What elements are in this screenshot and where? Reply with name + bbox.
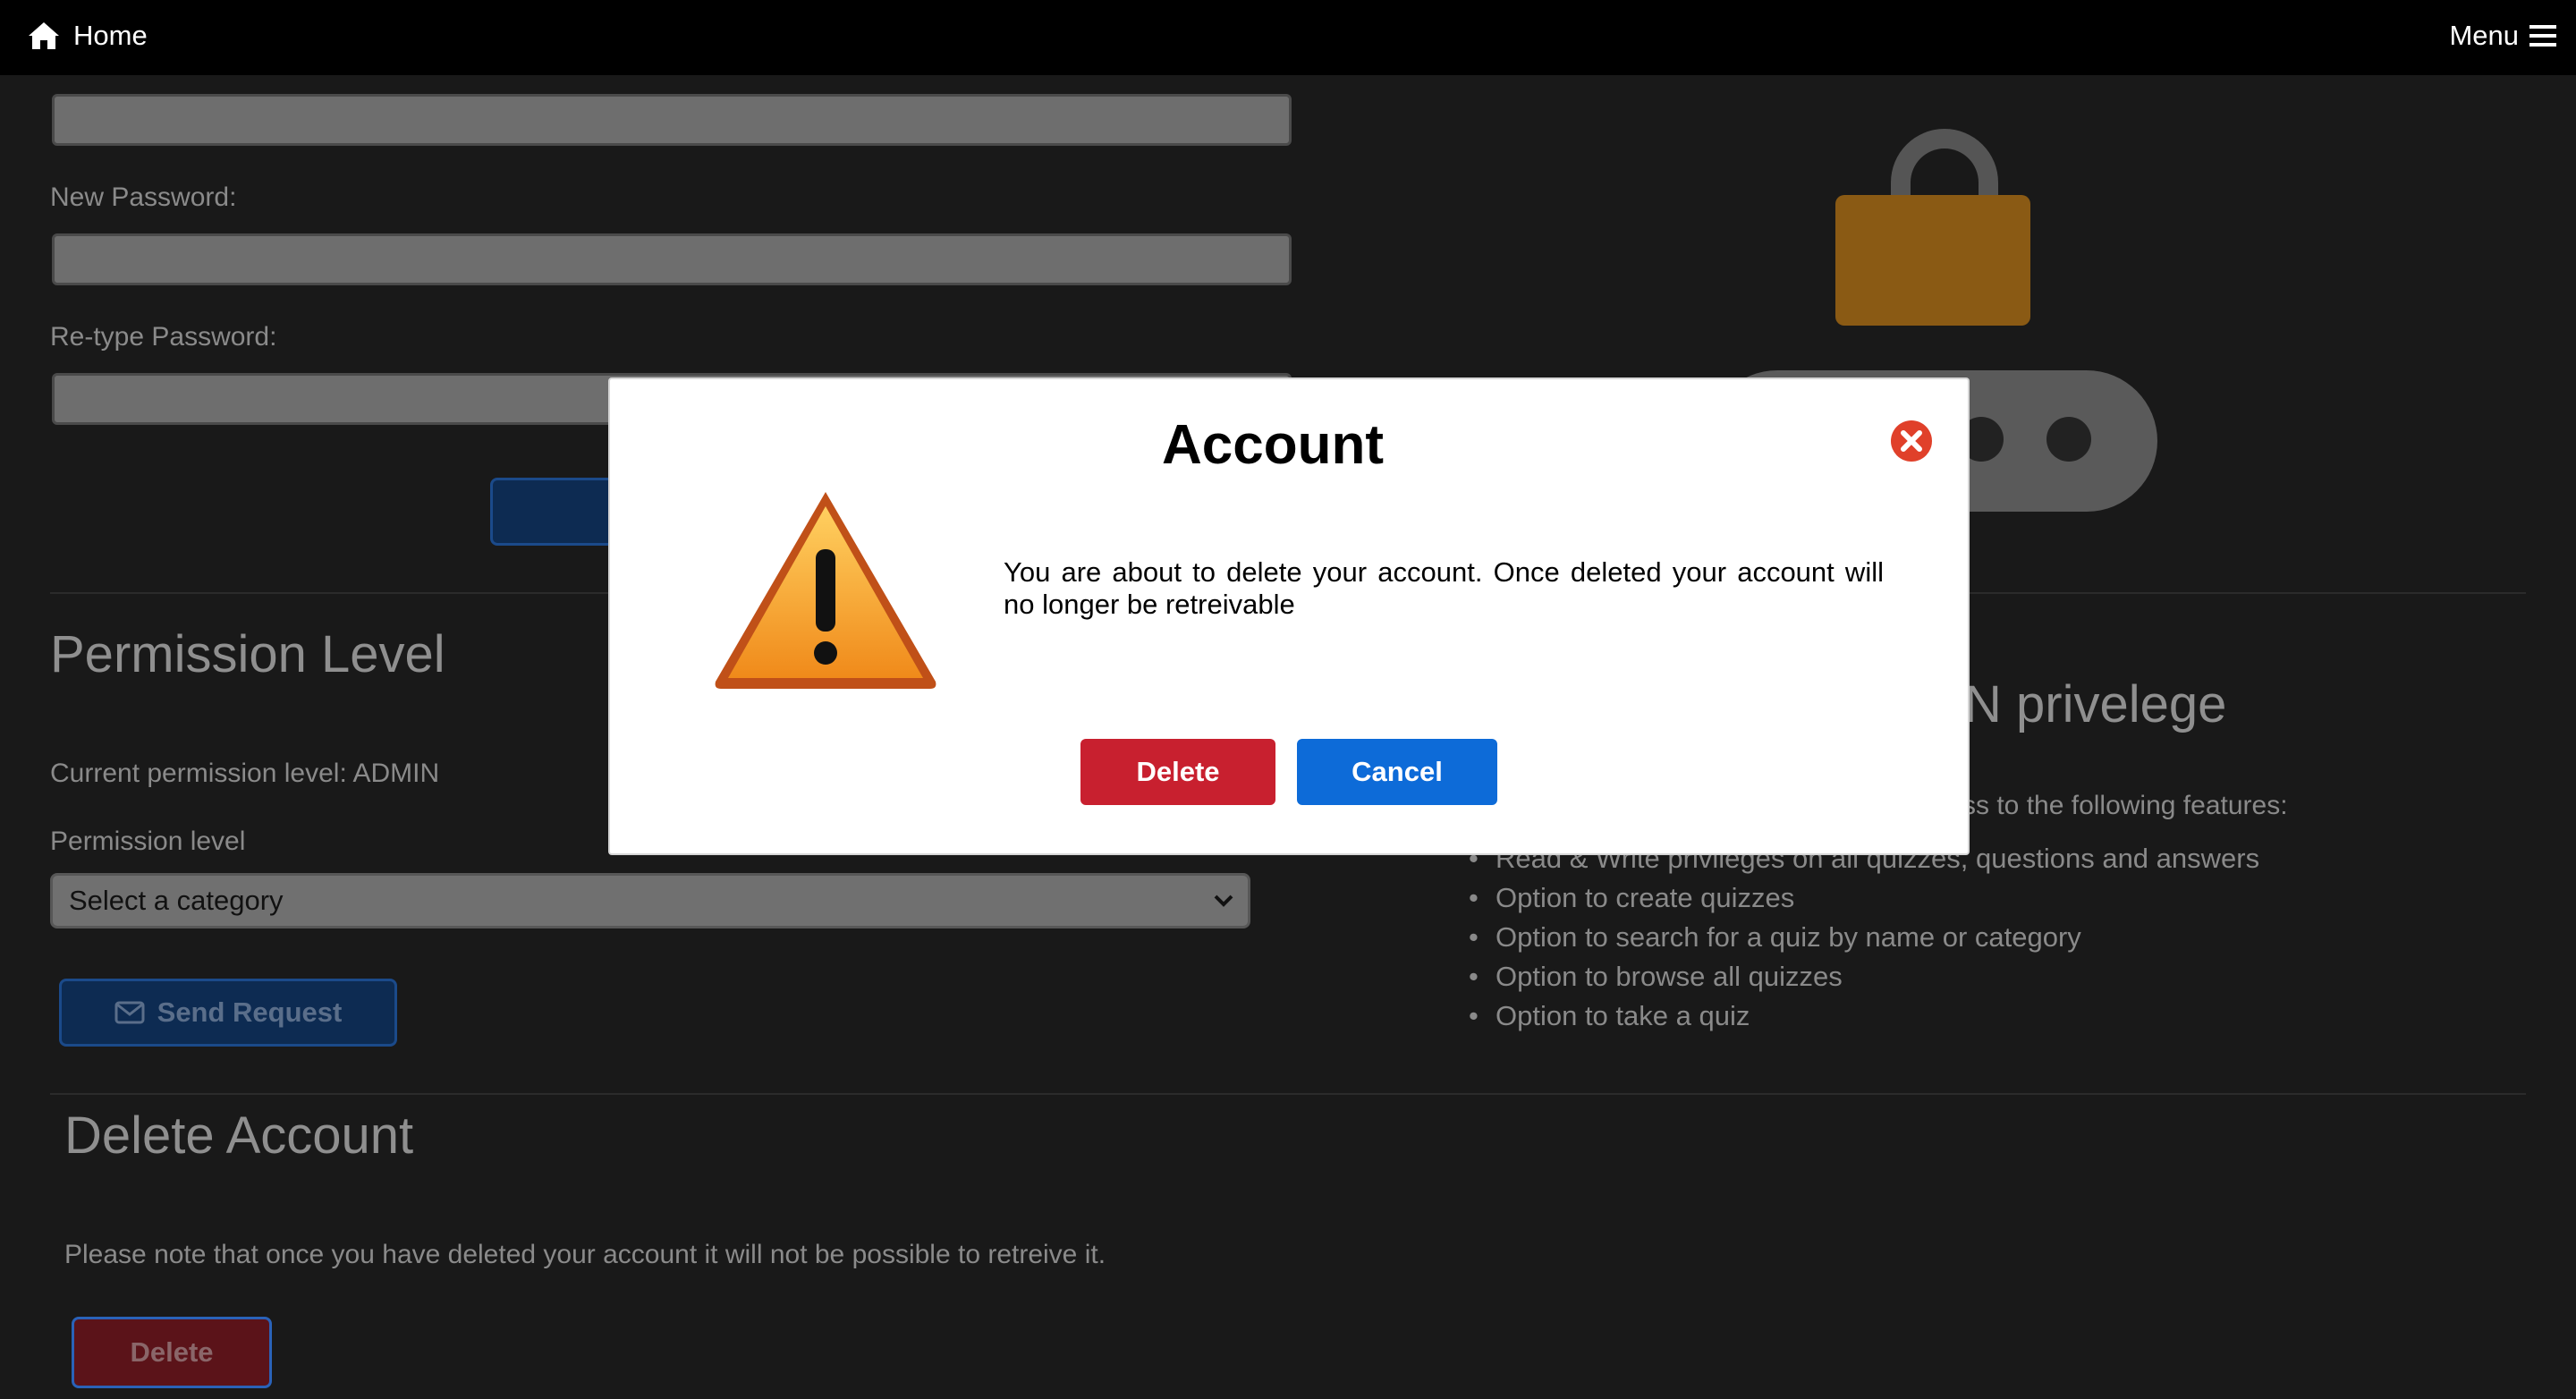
delete-account-label: Delete [130,1336,214,1368]
privilege-intro: ss to the following features: [1962,791,2288,820]
send-request-label: Send Request [157,996,343,1028]
current-password-field[interactable] [52,94,1292,146]
warning-triangle-icon [715,492,936,689]
home-label: Home [73,20,148,51]
feature-list: Read & Write privileges on all quizzes, … [1496,839,2259,1036]
menu-label: Menu [2449,20,2519,51]
password-dot [2046,417,2091,462]
modal-title: Account [1162,414,1384,476]
new-password-label: New Password: [50,182,237,212]
feature-item: Option to take a quiz [1496,996,2259,1036]
chevron-down-icon [1214,895,1233,907]
permission-level-label: Permission level [50,827,246,856]
close-circle-icon[interactable] [1889,419,1934,463]
modal-delete-button[interactable]: Delete [1080,739,1275,805]
new-password-field[interactable] [52,233,1292,285]
confirm-delete-modal: Account You are about to delete your acc… [608,377,1970,855]
navbar: Home Menu [0,0,2576,75]
hamburger-icon [2529,25,2556,47]
home-link[interactable]: Home [27,13,148,59]
envelope-icon [114,1001,145,1024]
current-permission-text: Current permission level: ADMIN [50,759,440,788]
menu-button[interactable]: Menu [2449,13,2556,59]
permission-select-value: Select a category [69,885,284,916]
modal-message: You are about to delete your account. On… [1004,556,1884,620]
page: Home Menu New Password: Re-type Password… [0,0,2576,1399]
retype-password-label: Re-type Password: [50,322,277,352]
lock-body [1835,195,2030,326]
delete-account-button[interactable]: Delete [72,1317,272,1388]
home-icon [29,22,59,49]
privilege-title: N privelege [1964,675,2227,733]
delete-account-title: Delete Account [64,1106,414,1165]
divider [50,1093,2526,1095]
feature-item: Option to search for a quiz by name or c… [1496,918,2259,957]
feature-item: Option to create quizzes [1496,878,2259,918]
permission-title: Permission Level [50,625,445,683]
delete-note: Please note that once you have deleted y… [64,1240,1106,1269]
send-request-button[interactable]: Send Request [59,979,397,1047]
permission-select[interactable]: Select a category [50,873,1250,928]
modal-cancel-button[interactable]: Cancel [1297,739,1497,805]
feature-item: Option to browse all quizzes [1496,957,2259,996]
